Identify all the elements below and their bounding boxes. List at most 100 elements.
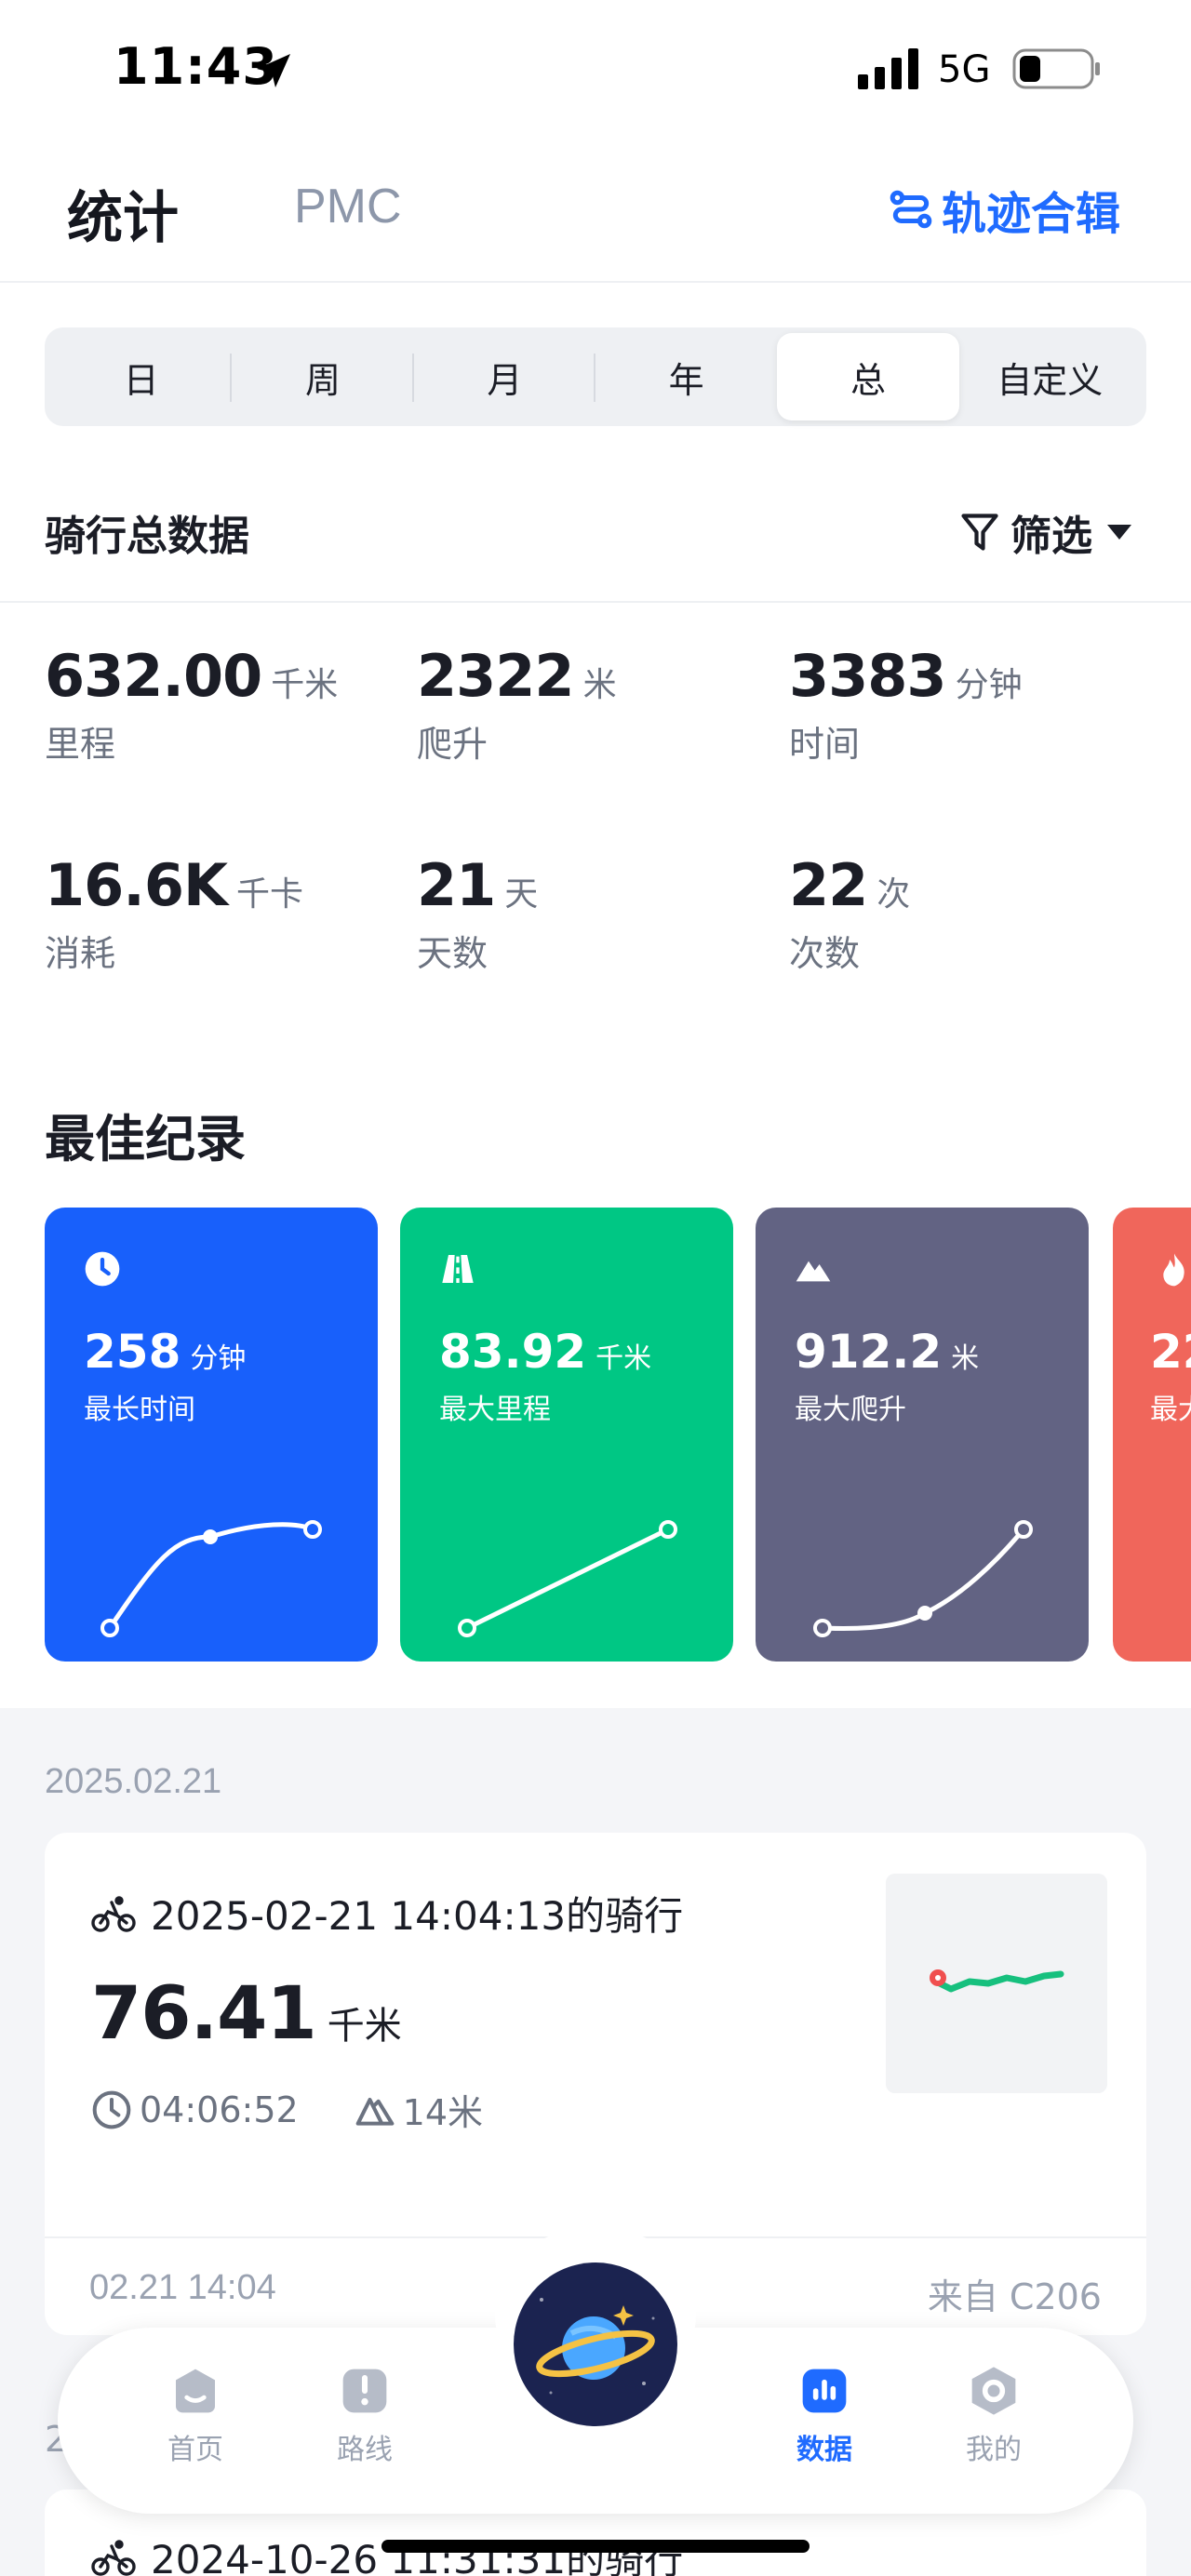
stat-value: 16.6K [45, 851, 228, 919]
trend-curve [100, 1520, 322, 1637]
period-tab-month[interactable]: 月 [414, 333, 596, 420]
stat-unit: 次 [877, 875, 911, 914]
location-arrow-icon [257, 54, 290, 87]
road-icon [442, 1255, 474, 1283]
period-tab-custom[interactable]: 自定义 [959, 333, 1141, 420]
period-tab-week[interactable]: 周 [232, 333, 414, 420]
card-label: 最长时间 [84, 1394, 195, 1426]
card-label: 最大 [1150, 1394, 1191, 1426]
card-value: 258 [84, 1325, 181, 1379]
stat-distance: 632.00 千米 里程 [45, 642, 398, 767]
trend-curve [458, 1520, 677, 1637]
stat-value: 3383 [789, 642, 947, 710]
data-icon [802, 2369, 847, 2413]
period-tab-year[interactable]: 年 [596, 333, 777, 420]
filter-button[interactable]: 筛选 [960, 502, 1144, 562]
stat-unit: 千卡 [236, 875, 304, 914]
activity-duration: 04:06:52 [140, 2089, 299, 2130]
period-tab-total[interactable]: 总 [777, 333, 959, 420]
best-card-max-climb[interactable]: 912.2 米 最大爬升 [756, 1208, 1089, 1662]
activity-title: 2025-02-21 14:04:13的骑行 [151, 1893, 684, 1939]
stat-label: 天数 [417, 933, 488, 974]
card-unit: 米 [951, 1342, 980, 1375]
nav-route[interactable]: 路线 [309, 2365, 421, 2467]
network-label: 5G [938, 48, 991, 91]
route-switch-icon [890, 190, 932, 229]
stat-label: 消耗 [45, 933, 116, 974]
activity-date-header: 2025.02.21 [45, 1762, 222, 1801]
card-value: 912.2 [795, 1325, 943, 1379]
best-card-max-calories[interactable]: 22 最大 [1113, 1208, 1191, 1662]
period-selector: 日 周 月 年 总 自定义 [45, 327, 1146, 426]
track-button-label: 轨迹合辑 [941, 188, 1120, 240]
nav-home[interactable]: 首页 [140, 2365, 251, 2467]
clock-icon [92, 2090, 131, 2129]
page-header: 统计 PMC 轨迹合辑 [0, 140, 1191, 283]
center-planet-button[interactable] [514, 2262, 677, 2426]
home-indicator [381, 2540, 810, 2553]
tab-stats[interactable]: 统计 [67, 173, 179, 254]
track-collection-button[interactable]: 轨迹合辑 [888, 177, 1120, 242]
ride-totals-title: 骑行总数据 [45, 513, 249, 560]
clock-icon [85, 1251, 120, 1287]
stat-days: 21 天 天数 [417, 851, 770, 976]
nav-label: 我的 [966, 2434, 1022, 2466]
stat-time: 3383 分钟 时间 [789, 642, 1143, 767]
profile-icon [971, 2367, 1016, 2415]
stat-value: 22 [789, 851, 868, 919]
stat-label: 时间 [789, 724, 861, 765]
cycling-icon [91, 1895, 136, 1932]
card-unit: 分钟 [190, 1342, 247, 1375]
stat-climb: 2322 米 爬升 [417, 642, 770, 767]
nav-data[interactable]: 数据 [769, 2365, 880, 2467]
activity-time: 02.21 14:04 [89, 2268, 276, 2307]
planet-icon [536, 2298, 655, 2395]
flame-icon [1163, 1253, 1184, 1287]
home-icon [176, 2369, 215, 2413]
route-map-thumbnail [886, 1874, 1107, 2093]
card-label: 最大里程 [439, 1394, 551, 1426]
nav-label: 路线 [337, 2434, 393, 2466]
card-label: 最大爬升 [795, 1394, 906, 1426]
trend-curve [813, 1520, 1033, 1637]
activity-source: 来自 C206 [927, 2276, 1102, 2317]
stat-unit: 天 [504, 875, 539, 914]
caret-down-icon [1107, 525, 1131, 540]
activity-elevation: 14米 [402, 2092, 484, 2133]
period-tab-day[interactable]: 日 [50, 333, 233, 420]
best-card-longest-time[interactable]: 258 分钟 最长时间 [45, 1208, 378, 1662]
activity-distance: 76.41 [91, 1972, 317, 2056]
cellular-signal-icon [858, 48, 918, 89]
stat-value: 21 [417, 851, 496, 919]
card-unit: 千米 [596, 1342, 652, 1375]
stat-label: 次数 [789, 933, 861, 974]
nav-label: 数据 [796, 2434, 852, 2466]
nav-profile[interactable]: 我的 [938, 2365, 1050, 2467]
battery-icon [1012, 48, 1100, 89]
mountain-icon [796, 1261, 831, 1282]
route-icon [342, 2369, 387, 2413]
filter-icon [961, 514, 998, 551]
stat-unit: 千米 [271, 666, 339, 704]
stat-label: 爬升 [417, 724, 488, 765]
card-value: 22 [1150, 1325, 1191, 1379]
card-value: 83.92 [439, 1325, 587, 1379]
filter-label: 筛选 [1010, 513, 1092, 560]
nav-label: 首页 [167, 2434, 223, 2466]
stat-value: 632.00 [45, 642, 262, 710]
status-bar: 11:43 5G [0, 0, 1191, 140]
stat-calories: 16.6K 千卡 消耗 [45, 851, 398, 976]
best-records-title: 最佳纪录 [45, 1110, 246, 1168]
stat-unit: 米 [582, 666, 617, 704]
activity-distance-unit: 千米 [327, 2005, 402, 2048]
divider [0, 601, 1191, 603]
trend-curve [1113, 1440, 1191, 1662]
cycling-icon [91, 2539, 136, 2576]
best-card-max-distance[interactable]: 83.92 千米 最大里程 [400, 1208, 733, 1662]
stat-unit: 分钟 [955, 666, 1023, 704]
tab-pmc[interactable]: PMC [294, 179, 402, 234]
stat-count: 22 次 次数 [789, 851, 1143, 976]
stat-label: 里程 [45, 724, 116, 765]
stat-value: 2322 [417, 642, 575, 710]
mountain-icon [355, 2097, 395, 2126]
